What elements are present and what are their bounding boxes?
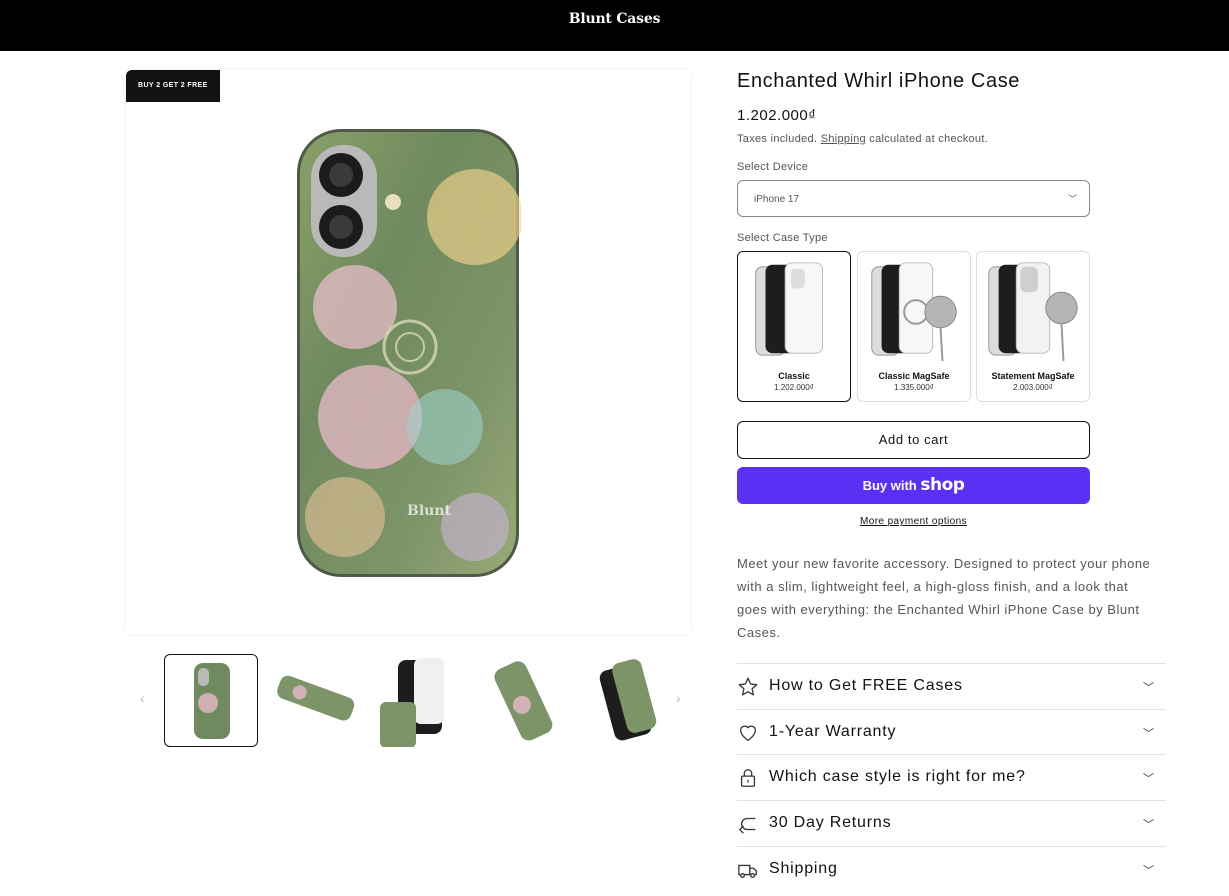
product-description: Meet your new favorite accessory. Design…: [737, 556, 1151, 640]
phone-case-image: Blunt: [297, 129, 521, 577]
accordion-case-style[interactable]: Which case style is right for me? ﹀: [737, 754, 1166, 800]
device-label: Select Device: [737, 161, 809, 173]
main-product-image[interactable]: BUY 2 GET 2 FREE Blunt: [126, 70, 690, 634]
chevron-down-icon: ﹀: [1143, 773, 1154, 785]
thumbnail-4[interactable]: [476, 654, 570, 747]
thumbnail-strip: ‹ ›: [126, 652, 690, 748]
product-page: BUY 2 GET 2 FREE Blunt ‹ › Enchanted Whi…: [0, 51, 1229, 896]
shipping-link[interactable]: Shipping: [821, 133, 866, 145]
lock-icon: [740, 769, 756, 787]
truck-icon: [738, 864, 757, 878]
chevron-down-icon: ﹀: [1143, 728, 1154, 740]
thumbnail-2[interactable]: [268, 654, 362, 747]
accordion-label: 30 Day Returns: [769, 814, 892, 831]
svg-text:Blunt: Blunt: [407, 503, 452, 519]
accordion-shipping[interactable]: Shipping ﹀: [737, 846, 1166, 892]
brand-logo[interactable]: Blunt Cases: [0, 11, 1229, 27]
star-icon: [738, 677, 758, 696]
promo-badge: BUY 2 GET 2 FREE: [126, 70, 220, 102]
device-select[interactable]: iPhone 17 ﹀: [737, 180, 1090, 217]
case-type-statement-magsafe[interactable]: Statement MagSafe 2.003.000₫: [976, 251, 1090, 402]
case-type-image: [988, 262, 1078, 362]
chevron-left-icon[interactable]: ‹: [140, 690, 145, 706]
buy-with-label: Buy with: [862, 478, 917, 493]
tax-prefix: Taxes included.: [737, 133, 818, 145]
product-price: 1.202.000₫: [737, 107, 817, 124]
case-type-image: [755, 262, 823, 356]
accordion-free-cases[interactable]: How to Get FREE Cases ﹀: [737, 663, 1166, 709]
device-select-value: iPhone 17: [754, 194, 800, 205]
case-type-label: Select Case Type: [737, 232, 828, 244]
accordion-warranty[interactable]: 1-Year Warranty ﹀: [737, 709, 1166, 755]
accordion-label: 1-Year Warranty: [769, 723, 897, 740]
case-type-price: 1.202.000₫: [774, 383, 814, 392]
accordion-label: How to Get FREE Cases: [769, 677, 963, 694]
chevron-right-icon[interactable]: ›: [676, 690, 681, 706]
case-type-price: 2.003.000₫: [1013, 383, 1053, 392]
tax-suffix: calculated at checkout.: [869, 133, 989, 145]
case-type-image: [871, 262, 957, 362]
heart-icon: [740, 725, 756, 741]
more-payment-options-link[interactable]: More payment options: [737, 516, 1090, 527]
case-type-price: 1.335.000₫: [894, 383, 934, 392]
accordion-label: Which case style is right for me?: [769, 768, 1026, 785]
case-type-classic[interactable]: Classic 1.202.000₫: [737, 251, 851, 402]
add-to-cart-button[interactable]: Add to cart: [737, 421, 1090, 459]
case-type-name: Classic MagSafe: [878, 371, 950, 381]
chevron-down-icon: ﹀: [1067, 194, 1077, 204]
accordion-label: Shipping: [769, 860, 838, 877]
return-arrow-icon: [738, 817, 756, 834]
accordion-returns[interactable]: 30 Day Returns ﹀: [737, 800, 1166, 846]
thumbnail-5[interactable]: [580, 654, 674, 747]
chevron-down-icon: ﹀: [1143, 682, 1154, 694]
case-type-classic-magsafe[interactable]: Classic MagSafe 1.335.000₫: [857, 251, 971, 402]
thumbnail-1[interactable]: [164, 654, 258, 747]
shop-logo: shop: [920, 475, 965, 495]
chevron-down-icon: ﹀: [1143, 819, 1154, 831]
chevron-down-icon: ﹀: [1143, 865, 1154, 877]
tax-note: Taxes included. Shipping calculated at c…: [737, 133, 988, 145]
buy-with-shop-button[interactable]: Buy with shop: [737, 467, 1090, 504]
case-type-name: Classic: [778, 371, 810, 381]
thumbnail-3[interactable]: [372, 654, 466, 747]
case-type-name: Statement MagSafe: [991, 371, 1075, 381]
header-bar: Blunt Cases: [0, 0, 1229, 51]
product-title: Enchanted Whirl iPhone Case: [737, 70, 1021, 92]
